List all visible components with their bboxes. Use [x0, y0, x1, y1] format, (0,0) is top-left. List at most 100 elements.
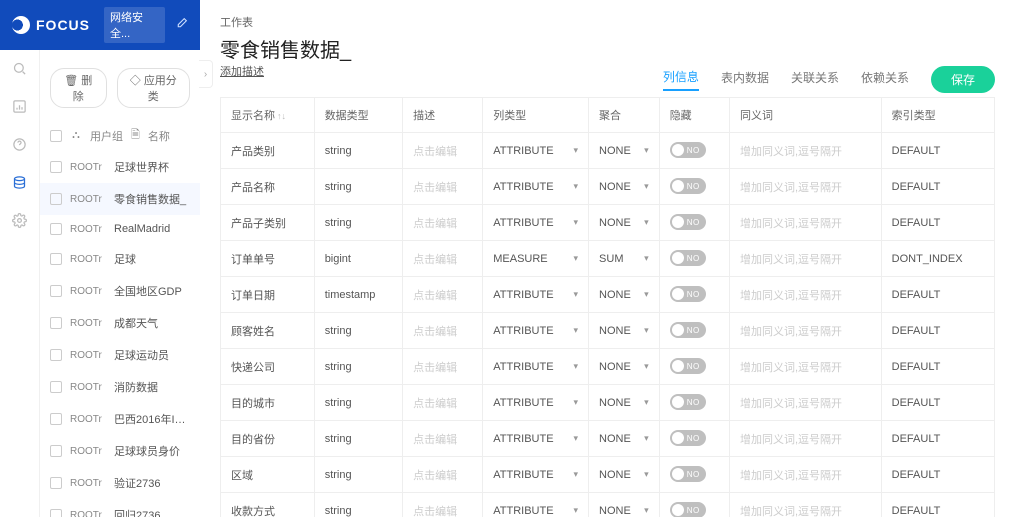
cell-index[interactable]: DEFAULT: [881, 385, 994, 421]
cell-name[interactable]: 产品子类别: [221, 205, 315, 241]
sidebar-item[interactable]: ROOTr巴西2016年IDH指标: [40, 403, 200, 435]
cell-desc[interactable]: 点击编辑: [403, 421, 483, 457]
cell-synonym[interactable]: 增加同义词,逗号隔开: [729, 277, 881, 313]
cell-index[interactable]: DEFAULT: [881, 277, 994, 313]
cell-coltype[interactable]: MEASURE▾: [483, 241, 589, 277]
add-description-link[interactable]: 添加描述: [220, 63, 264, 79]
cell-agg[interactable]: SUM▾: [589, 241, 660, 277]
sidebar-item[interactable]: ROOTr全国地区GDP: [40, 275, 200, 307]
search-icon[interactable]: [12, 60, 28, 76]
hidden-toggle[interactable]: NO: [670, 286, 706, 302]
cell-agg[interactable]: NONE▾: [589, 457, 660, 493]
cell-agg[interactable]: NONE▾: [589, 385, 660, 421]
tab[interactable]: 列信息: [663, 68, 699, 91]
cell-name[interactable]: 订单单号: [221, 241, 315, 277]
cell-name[interactable]: 目的省份: [221, 421, 315, 457]
cell-synonym[interactable]: 增加同义词,逗号隔开: [729, 241, 881, 277]
cell-coltype[interactable]: ATTRIBUTE▾: [483, 493, 589, 517]
cell-coltype[interactable]: ATTRIBUTE▾: [483, 385, 589, 421]
cell-synonym[interactable]: 增加同义词,逗号隔开: [729, 421, 881, 457]
row-checkbox[interactable]: [50, 285, 62, 297]
cell-agg[interactable]: NONE▾: [589, 277, 660, 313]
settings-icon[interactable]: [12, 212, 28, 228]
hidden-toggle[interactable]: NO: [670, 358, 706, 374]
cell-index[interactable]: DEFAULT: [881, 493, 994, 517]
row-checkbox[interactable]: [50, 509, 62, 517]
cell-name[interactable]: 快递公司: [221, 349, 315, 385]
sidebar-item[interactable]: ROOTr足球世界杯: [40, 151, 200, 183]
cell-agg[interactable]: NONE▾: [589, 349, 660, 385]
hidden-toggle[interactable]: NO: [670, 142, 706, 158]
cell-index[interactable]: DEFAULT: [881, 349, 994, 385]
tab[interactable]: 依赖关系: [861, 69, 909, 90]
sidebar-item[interactable]: ROOTr验证2736: [40, 467, 200, 499]
cell-name[interactable]: 收款方式: [221, 493, 315, 517]
cell-index[interactable]: DEFAULT: [881, 133, 994, 169]
row-checkbox[interactable]: [50, 317, 62, 329]
row-checkbox[interactable]: [50, 445, 62, 457]
cell-index[interactable]: DEFAULT: [881, 457, 994, 493]
cell-desc[interactable]: 点击编辑: [403, 493, 483, 517]
hidden-toggle[interactable]: NO: [670, 466, 706, 482]
hidden-toggle[interactable]: NO: [670, 214, 706, 230]
help-icon[interactable]: [12, 136, 28, 152]
cell-desc[interactable]: 点击编辑: [403, 313, 483, 349]
cell-coltype[interactable]: ATTRIBUTE▾: [483, 421, 589, 457]
cell-index[interactable]: DEFAULT: [881, 313, 994, 349]
tab[interactable]: 关联关系: [791, 69, 839, 90]
sidebar-item[interactable]: ROOTr足球球员身价: [40, 435, 200, 467]
cell-agg[interactable]: NONE▾: [589, 313, 660, 349]
cell-name[interactable]: 顾客姓名: [221, 313, 315, 349]
row-checkbox[interactable]: [50, 253, 62, 265]
cell-name[interactable]: 区域: [221, 457, 315, 493]
cell-agg[interactable]: NONE▾: [589, 205, 660, 241]
hidden-toggle[interactable]: NO: [670, 394, 706, 410]
cell-coltype[interactable]: ATTRIBUTE▾: [483, 313, 589, 349]
row-checkbox[interactable]: [50, 193, 62, 205]
hidden-toggle[interactable]: NO: [670, 250, 706, 266]
cell-coltype[interactable]: ATTRIBUTE▾: [483, 205, 589, 241]
cell-desc[interactable]: 点击编辑: [403, 457, 483, 493]
cell-coltype[interactable]: ATTRIBUTE▾: [483, 349, 589, 385]
cell-desc[interactable]: 点击编辑: [403, 169, 483, 205]
data-icon[interactable]: [12, 174, 28, 190]
cell-coltype[interactable]: ATTRIBUTE▾: [483, 169, 589, 205]
cell-synonym[interactable]: 增加同义词,逗号隔开: [729, 385, 881, 421]
cell-index[interactable]: DEFAULT: [881, 421, 994, 457]
cell-synonym[interactable]: 增加同义词,逗号隔开: [729, 169, 881, 205]
collapse-sidebar-button[interactable]: ›: [199, 60, 213, 88]
cell-synonym[interactable]: 增加同义词,逗号隔开: [729, 457, 881, 493]
cell-name[interactable]: 产品名称: [221, 169, 315, 205]
save-button[interactable]: 保存: [931, 66, 995, 93]
row-checkbox[interactable]: [50, 161, 62, 173]
sidebar-item[interactable]: ROOTr成都天气: [40, 307, 200, 339]
th-display-name[interactable]: 显示名称↑↓: [221, 98, 315, 133]
sidebar-item[interactable]: ROOTrRealMadrid: [40, 215, 200, 243]
select-all-checkbox[interactable]: [50, 130, 62, 142]
cell-agg[interactable]: NONE▾: [589, 133, 660, 169]
cell-agg[interactable]: NONE▾: [589, 169, 660, 205]
delete-button[interactable]: 🗑 删除: [50, 68, 107, 108]
cell-coltype[interactable]: ATTRIBUTE▾: [483, 277, 589, 313]
hidden-toggle[interactable]: NO: [670, 178, 706, 194]
cell-synonym[interactable]: 增加同义词,逗号隔开: [729, 493, 881, 517]
cell-desc[interactable]: 点击编辑: [403, 205, 483, 241]
chart-icon[interactable]: [12, 98, 28, 114]
classify-button[interactable]: ◇ 应用分类: [117, 68, 190, 108]
cell-synonym[interactable]: 增加同义词,逗号隔开: [729, 133, 881, 169]
cell-desc[interactable]: 点击编辑: [403, 241, 483, 277]
cell-agg[interactable]: NONE▾: [589, 493, 660, 517]
cell-synonym[interactable]: 增加同义词,逗号隔开: [729, 349, 881, 385]
row-checkbox[interactable]: [50, 381, 62, 393]
page-title[interactable]: 零食销售数据_: [220, 34, 351, 63]
cell-coltype[interactable]: ATTRIBUTE▾: [483, 133, 589, 169]
cell-agg[interactable]: NONE▾: [589, 421, 660, 457]
edit-project-icon[interactable]: [175, 17, 188, 33]
sidebar-item[interactable]: ROOTr消防数据: [40, 371, 200, 403]
cell-synonym[interactable]: 增加同义词,逗号隔开: [729, 205, 881, 241]
hidden-toggle[interactable]: NO: [670, 430, 706, 446]
tab[interactable]: 表内数据: [721, 69, 769, 90]
hidden-toggle[interactable]: NO: [670, 322, 706, 338]
cell-name[interactable]: 目的城市: [221, 385, 315, 421]
cell-index[interactable]: DEFAULT: [881, 169, 994, 205]
